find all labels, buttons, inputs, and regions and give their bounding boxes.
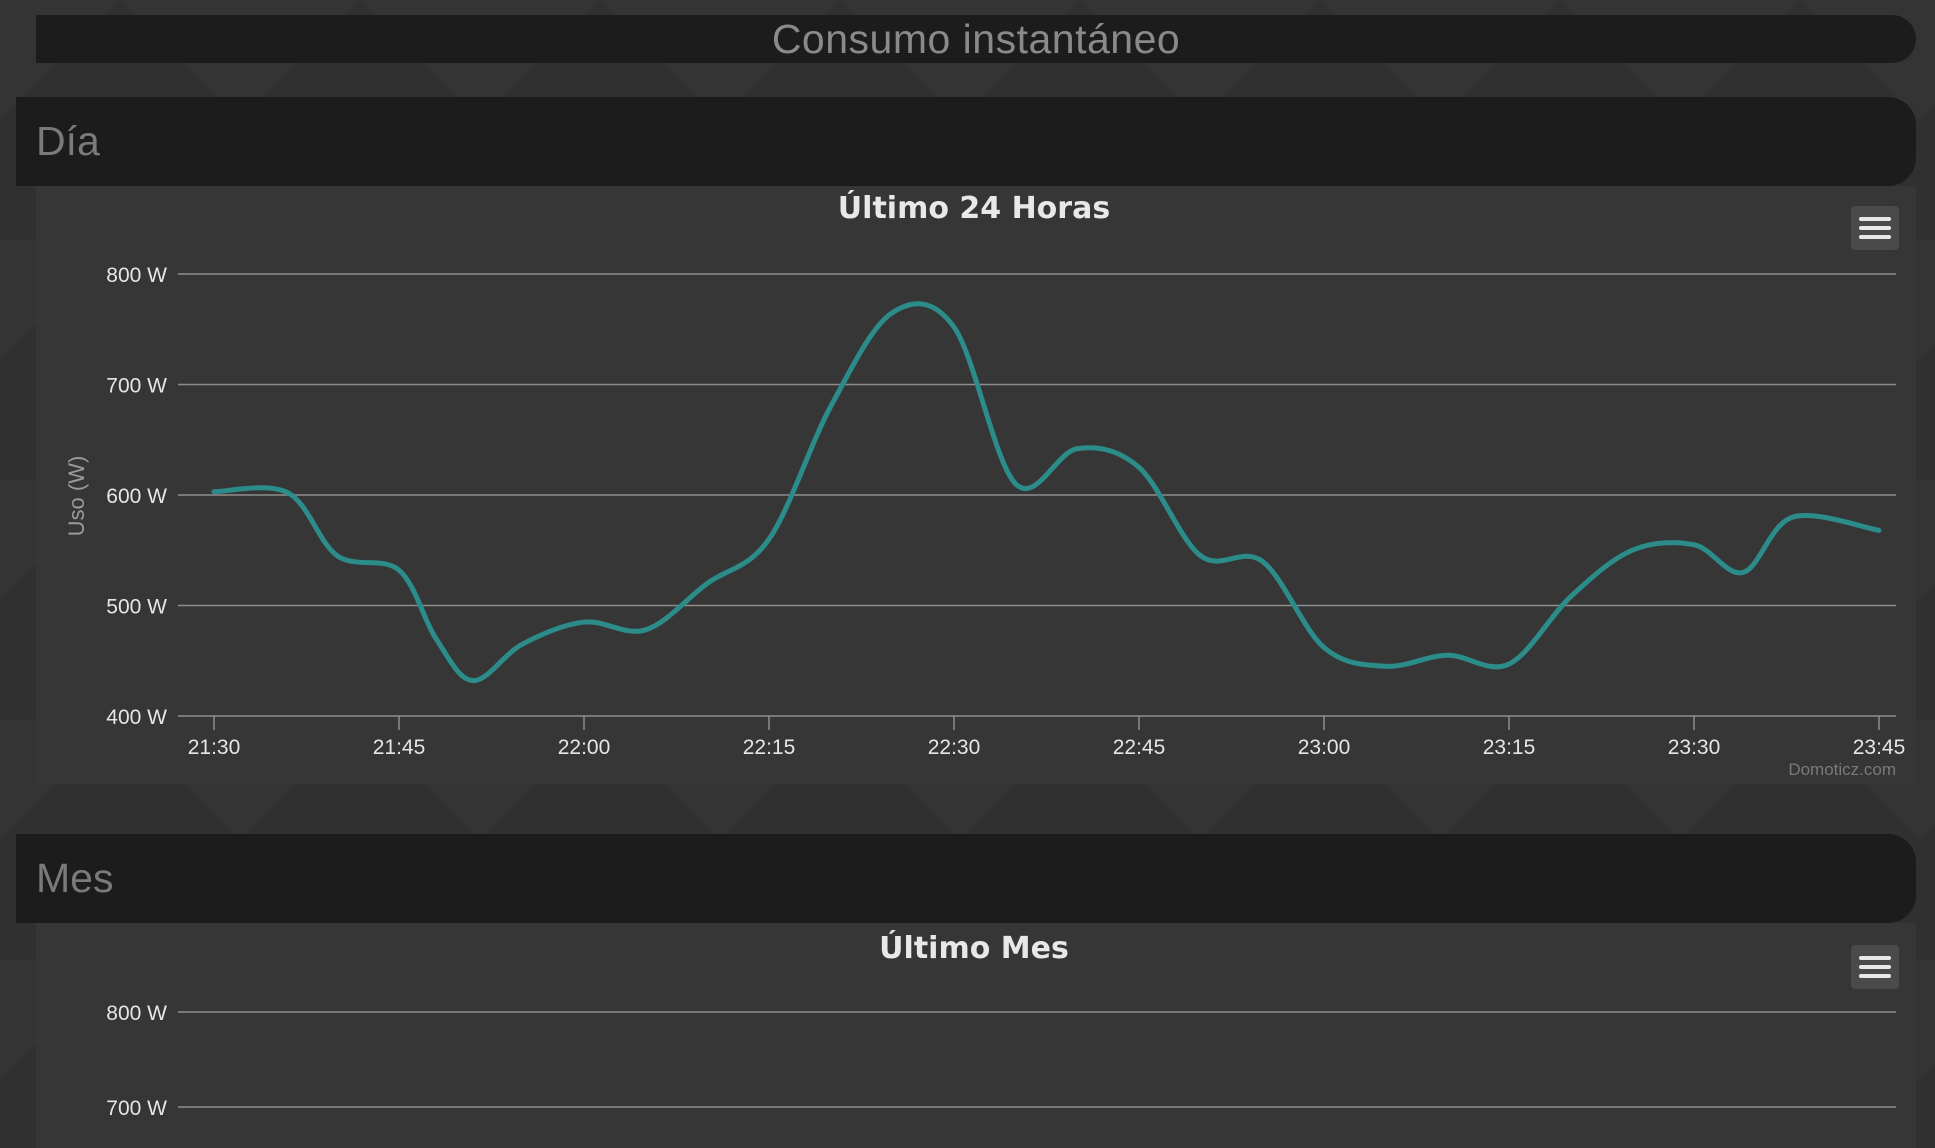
chart-mes: Último Mes 800 W 700 W [106, 929, 1896, 1120]
y-tick-label: 600 W [106, 485, 167, 508]
x-tick-label: 23:15 [1483, 736, 1536, 759]
x-tick-label: 23:45 [1853, 736, 1906, 759]
page: Consumo instantáneo Día Último 24 Horas … [0, 0, 1935, 1148]
credits-link[interactable]: Domoticz.com [1788, 760, 1896, 779]
x-tick-label: 21:45 [373, 736, 426, 759]
section-title-dia: Día [36, 118, 100, 164]
x-tick-label: 22:45 [1113, 736, 1166, 759]
x-tick-label: 22:30 [928, 736, 981, 759]
chart-panel-dia: Último 24 Horas Uso (W) 800 W 700 W 600 W 5… [36, 186, 1916, 784]
y-tick-label: 800 W [106, 264, 167, 287]
y-tick-label: 400 W [106, 706, 167, 729]
chart-menu-icon[interactable] [1851, 945, 1899, 989]
section-header-mes[interactable]: Mes [16, 834, 1916, 923]
section-header-dia[interactable]: Día [16, 97, 1916, 186]
chart-title: Último Mes [879, 929, 1069, 966]
chart-panel-mes: Último Mes 800 W 700 W [36, 923, 1916, 1148]
x-tick-label: 23:30 [1668, 736, 1721, 759]
x-tick-label: 22:00 [558, 736, 611, 759]
y-tick-label: 700 W [106, 1097, 167, 1120]
y-tick-label: 500 W [106, 596, 167, 619]
x-tick-label: 21:30 [188, 736, 241, 759]
page-title-bar: Consumo instantáneo [36, 15, 1916, 63]
y-tick-label: 800 W [106, 1002, 167, 1025]
x-tick-label: 22:15 [743, 736, 796, 759]
y-axis-label: Uso (W) [64, 456, 89, 537]
section-title-mes: Mes [36, 855, 114, 901]
x-tick-label: 23:00 [1298, 736, 1351, 759]
y-tick-label: 700 W [106, 375, 167, 398]
page-title: Consumo instantáneo [771, 15, 1181, 62]
chart-title: Último 24 Horas [838, 189, 1110, 226]
series-line [211, 301, 1882, 684]
chart-dia: Último 24 Horas Uso (W) 800 W 700 W 600 W 5… [64, 189, 1906, 779]
chart-menu-icon[interactable] [1851, 206, 1899, 250]
